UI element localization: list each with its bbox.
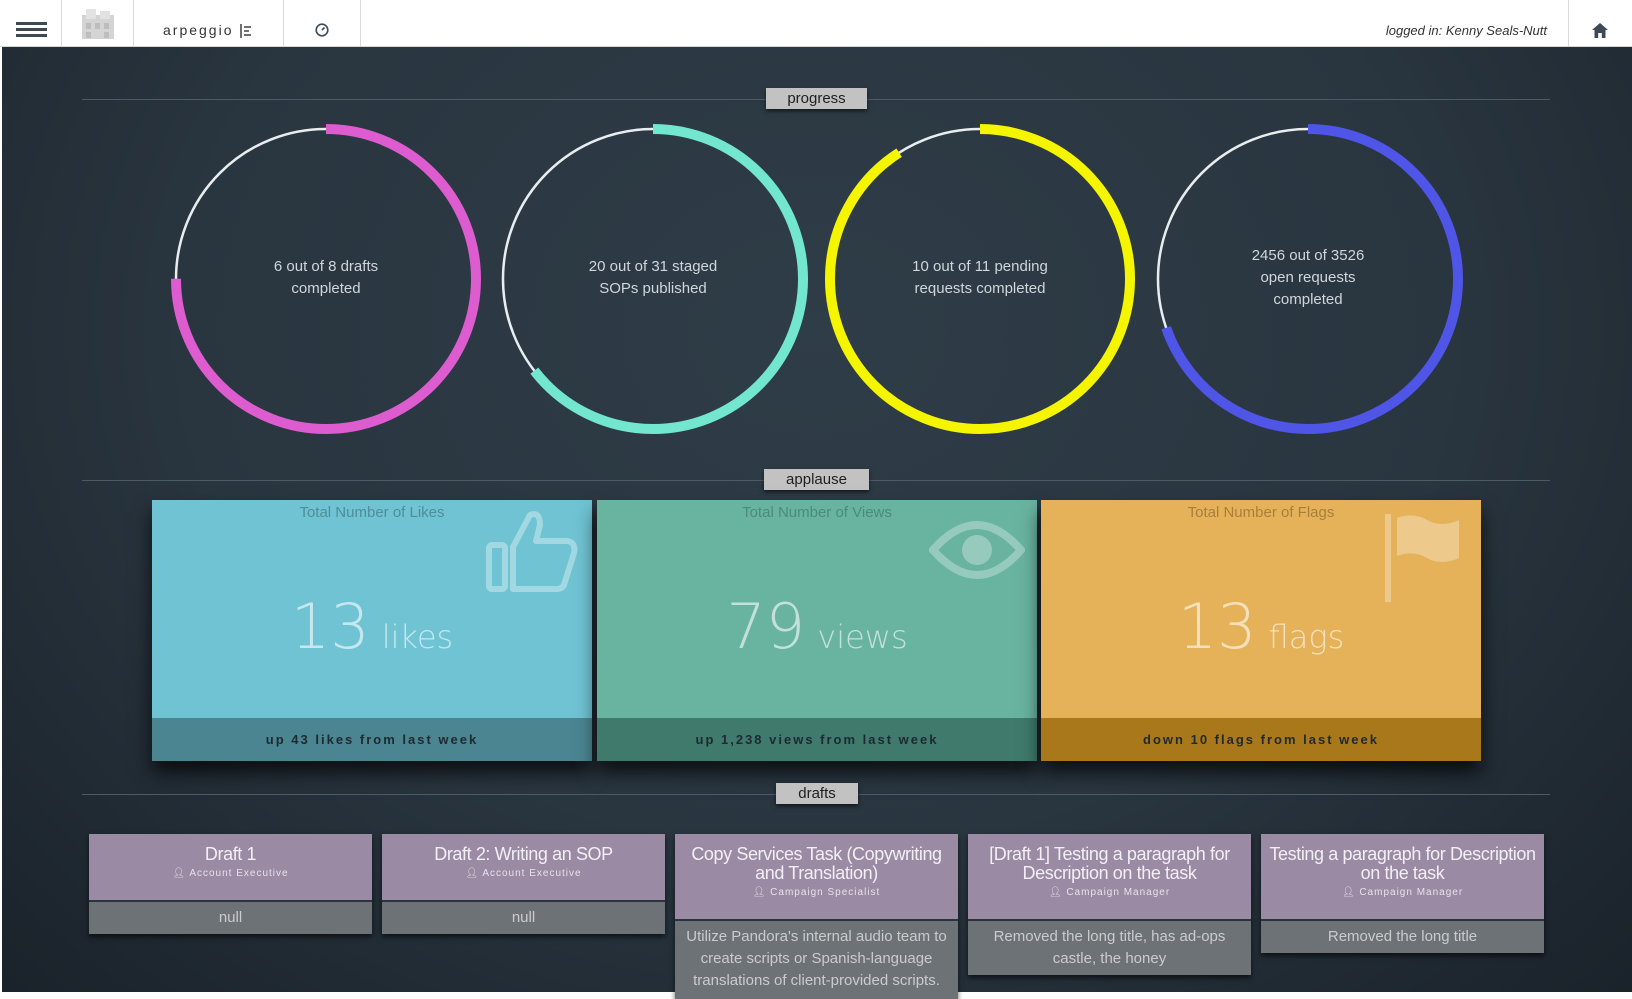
applause-section-label: applause — [764, 469, 869, 490]
sops-progress-ring: 20 out of 31 staged SOPs published — [493, 119, 813, 439]
draft-role-text: Campaign Manager — [1066, 887, 1171, 898]
likes-card[interactable]: Total Number of Likes 13 likes up 43 like… — [152, 500, 592, 761]
draft-card[interactable]: Draft 1 👤︎ Account Executive null — [89, 834, 372, 934]
views-card[interactable]: Total Number of Views 79 views up 1,238 v… — [597, 500, 1037, 761]
flags-unit: flags — [1268, 618, 1345, 656]
user-icon: 👤︎ — [172, 868, 187, 879]
drafts-section-label: drafts — [776, 783, 858, 804]
draft-header: Testing a paragraph for Description on t… — [1261, 834, 1544, 919]
ring-label-line: completed — [1273, 291, 1343, 308]
requests-progress-ring: 10 out of 11 pending requests completed — [820, 119, 1140, 439]
draft-card[interactable]: Draft 2: Writing an SOP 👤︎ Account Execu… — [382, 834, 665, 934]
draft-role: 👤︎ Campaign Manager — [974, 887, 1245, 898]
ring-label-line: SOPs published — [599, 280, 707, 297]
ring-label-line: 10 out of 11 pending — [912, 258, 1048, 275]
ring-label-line: 2456 out of 3526 — [1251, 247, 1365, 264]
draft-header: Draft 1 👤︎ Account Executive — [89, 834, 372, 900]
progress-section-label: progress — [766, 88, 867, 109]
menu-icon-line — [16, 22, 47, 25]
menu-icon-line — [16, 34, 47, 37]
ring-label-line: requests completed — [914, 280, 1046, 297]
views-count: 79 views — [597, 590, 1037, 663]
user-icon: 👤︎ — [465, 868, 480, 879]
draft-header: [Draft 1] Testing a paragraph for Descri… — [968, 834, 1251, 919]
draft-card[interactable]: Copy Services Task (Copywriting and Tran… — [675, 834, 958, 999]
draft-title: [Draft 1] Testing a paragraph for Descri… — [989, 844, 1230, 883]
draft-description: null — [382, 900, 665, 934]
draft-description: null — [89, 900, 372, 934]
thumbs-up-icon — [486, 511, 578, 592]
logged-in-user: logged in: Kenny Seals-Nutt — [1385, 23, 1547, 38]
likes-count: 13 likes — [152, 590, 592, 663]
flags-count: 13 flags — [1041, 590, 1481, 663]
clock-icon — [315, 23, 329, 37]
flags-footer: down 10 flags from last week — [1041, 718, 1481, 761]
building-logo-icon — [82, 9, 114, 39]
top-navigation-bar: arpeggio logged in: Kenny Seals-Nutt — [0, 0, 1632, 47]
open-requests-progress-ring: 2456 out of 3526 open requests completed — [1148, 119, 1468, 439]
menu-button[interactable] — [0, 0, 62, 46]
draft-role: 👤︎ Campaign Manager — [1267, 887, 1538, 898]
brand-name: arpeggio — [163, 22, 234, 38]
views-value: 79 — [726, 590, 806, 663]
ring-label: 6 out of 8 drafts completed — [216, 256, 436, 300]
brand-link[interactable]: arpeggio — [134, 0, 284, 46]
ring-label-line: 20 out of 31 staged — [588, 258, 718, 275]
flags-value: 13 — [1177, 590, 1257, 663]
ring-label-line: open requests — [1260, 269, 1356, 286]
home-button[interactable] — [1568, 0, 1632, 46]
draft-role-text: Account Executive — [482, 868, 582, 879]
draft-role-text: Account Executive — [189, 868, 289, 879]
draft-header: Copy Services Task (Copywriting and Tran… — [675, 834, 958, 919]
user-icon: 👤︎ — [1048, 887, 1063, 898]
draft-card[interactable]: Testing a paragraph for Description on t… — [1261, 834, 1544, 953]
user-icon: 👤︎ — [752, 887, 767, 898]
draft-role: 👤︎ Account Executive — [95, 868, 366, 879]
draft-description: Utilize Pandora's internal audio team to… — [675, 919, 958, 999]
draft-role-text: Campaign Manager — [1359, 887, 1464, 898]
likes-value: 13 — [290, 590, 370, 663]
draft-description: Removed the long title — [1261, 919, 1544, 953]
history-button[interactable] — [284, 0, 361, 46]
views-unit: views — [817, 618, 908, 656]
likes-footer: up 43 likes from last week — [152, 718, 592, 761]
draft-title: Draft 2: Writing an SOP — [434, 844, 613, 864]
logo-icon-button[interactable] — [62, 0, 134, 46]
draft-description: Removed the long title, has ad-ops castl… — [968, 919, 1251, 975]
likes-unit: likes — [381, 618, 454, 656]
ring-label: 2456 out of 3526 open requests completed — [1198, 245, 1418, 311]
flags-card[interactable]: Total Number of Flags 13 flags down 10 fl… — [1041, 500, 1481, 761]
brand-mark-icon — [240, 24, 251, 38]
draft-role: 👤︎ Campaign Specialist — [681, 887, 952, 898]
home-icon — [1592, 23, 1608, 38]
draft-header: Draft 2: Writing an SOP 👤︎ Account Execu… — [382, 834, 665, 900]
ring-label-line: 6 out of 8 drafts — [273, 258, 379, 275]
ring-label: 20 out of 31 staged SOPs published — [543, 256, 763, 300]
draft-card[interactable]: [Draft 1] Testing a paragraph for Descri… — [968, 834, 1251, 975]
drafts-progress-ring: 6 out of 8 drafts completed — [166, 119, 486, 439]
ring-label: 10 out of 11 pending requests completed — [870, 256, 1090, 300]
eye-icon — [929, 521, 1025, 579]
draft-role: 👤︎ Account Executive — [388, 868, 659, 879]
draft-title: Testing a paragraph for Description on t… — [1269, 844, 1536, 883]
draft-title: Draft 1 — [204, 844, 257, 864]
views-footer: up 1,238 views from last week — [597, 718, 1037, 761]
ring-label-line: completed — [291, 280, 361, 297]
user-icon: 👤︎ — [1341, 887, 1356, 898]
menu-icon-line — [16, 28, 47, 31]
draft-role-text: Campaign Specialist — [770, 887, 881, 898]
draft-title: Copy Services Task (Copywriting and Tran… — [691, 844, 942, 883]
